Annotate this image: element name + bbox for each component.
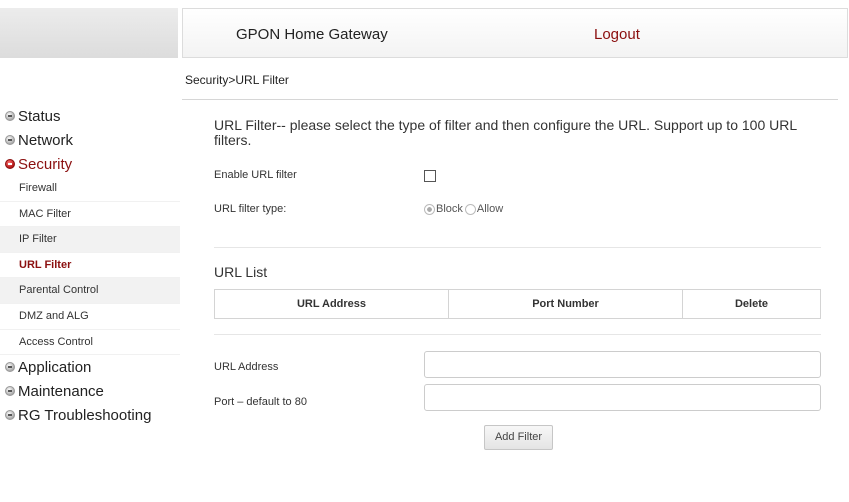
sidebar: Status Network Security Firewall MAC Fil… — [0, 104, 180, 427]
allow-radio-label: Allow — [476, 203, 504, 215]
sidebar-subitem-dmz-alg[interactable]: DMZ and ALG — [0, 303, 180, 330]
expand-icon — [5, 135, 15, 145]
sidebar-subitem-ip-filter[interactable]: IP Filter — [0, 227, 180, 253]
sidebar-subitem-parental-control[interactable]: Parental Control — [0, 278, 180, 304]
port-label: Port – default to 80 — [214, 396, 307, 408]
sidebar-subitem-access-control[interactable]: Access Control — [0, 329, 180, 356]
add-filter-button[interactable]: Add Filter — [484, 425, 553, 450]
expand-icon — [5, 410, 15, 421]
expand-icon — [5, 362, 15, 373]
collapse-icon — [5, 159, 15, 169]
sidebar-item-label: Network — [18, 131, 74, 149]
sidebar-item-label: Status — [18, 107, 61, 125]
allow-radio[interactable] — [464, 203, 476, 215]
expand-icon — [5, 111, 15, 121]
sidebar-item-label: Security — [18, 155, 73, 173]
enable-url-filter-label: Enable URL filter — [214, 169, 297, 181]
column-header-delete: Delete — [682, 289, 821, 319]
breadcrumb-divider — [182, 99, 838, 100]
header-bar: GPON Home Gateway Logout — [182, 8, 848, 58]
sidebar-item-rg-troubleshooting[interactable]: RG Troubleshooting — [0, 403, 180, 427]
sidebar-item-label: Application — [18, 358, 92, 376]
port-input[interactable] — [424, 384, 821, 411]
sidebar-item-maintenance[interactable]: Maintenance — [0, 379, 180, 403]
sidebar-subitem-firewall[interactable]: Firewall — [0, 176, 180, 202]
column-header-port-number: Port Number — [448, 289, 683, 319]
sidebar-item-application[interactable]: Application — [0, 355, 180, 379]
url-list-table: URL Address Port Number Delete — [214, 289, 821, 319]
breadcrumb: Security>URL Filter — [185, 73, 289, 87]
enable-url-filter-checkbox[interactable] — [424, 170, 436, 182]
sidebar-subitem-url-filter[interactable]: URL Filter — [0, 252, 180, 279]
sidebar-item-label: Maintenance — [18, 382, 104, 400]
sidebar-item-security[interactable]: Security — [0, 152, 180, 176]
expand-icon — [5, 386, 15, 397]
section-divider — [214, 247, 821, 248]
sidebar-item-network[interactable]: Network — [0, 128, 180, 152]
url-filter-type-group: Block Allow — [424, 203, 503, 215]
url-address-label: URL Address — [214, 361, 279, 373]
page-description: URL Filter-- please select the type of f… — [214, 117, 797, 148]
block-radio-label: Block — [436, 203, 463, 215]
sidebar-subitem-mac-filter[interactable]: MAC Filter — [0, 201, 180, 228]
section-divider — [214, 334, 821, 335]
column-header-url-address: URL Address — [214, 289, 449, 319]
block-radio[interactable] — [424, 203, 435, 215]
url-filter-type-label: URL filter type: — [214, 203, 287, 215]
logout-link[interactable]: Logout — [594, 26, 640, 43]
sidebar-item-label: RG Troubleshooting — [18, 406, 152, 424]
url-address-input[interactable] — [424, 351, 821, 378]
gateway-title: GPON Home Gateway — [236, 26, 388, 43]
url-list-title: URL List — [214, 264, 268, 280]
sidebar-item-status[interactable]: Status — [0, 104, 180, 128]
logo-area — [0, 8, 178, 58]
